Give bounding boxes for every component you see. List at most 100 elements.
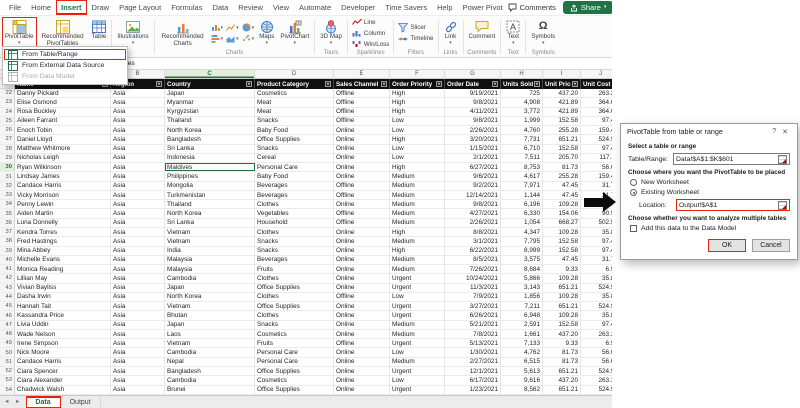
bar-chart-button[interactable]: ▾ xyxy=(211,34,224,43)
cell[interactable]: Medium xyxy=(390,200,445,208)
cell[interactable]: Office Supplies xyxy=(255,367,334,375)
row-number[interactable]: 28 xyxy=(0,145,15,153)
cell[interactable]: Lindsay James xyxy=(15,172,111,180)
tab-view[interactable]: View xyxy=(268,0,294,15)
cell[interactable]: 97.44 xyxy=(581,145,612,153)
cell[interactable]: 7,731 xyxy=(501,135,543,143)
pivotchart-button[interactable]: PivotChart ▾ xyxy=(277,17,312,49)
cell[interactable]: Ryan Wilkinson xyxy=(15,163,111,171)
row-number[interactable]: 39 xyxy=(0,247,15,255)
cell[interactable]: 5,866 xyxy=(501,274,543,282)
cell[interactable]: Online xyxy=(334,386,390,394)
cell[interactable]: 7/26/2021 xyxy=(445,265,501,273)
cell[interactable]: Malaysia xyxy=(165,265,255,273)
row-number[interactable]: 32 xyxy=(0,182,15,190)
line-chart-button[interactable]: ▾ xyxy=(226,23,239,32)
cell[interactable]: Online xyxy=(334,376,390,384)
cell[interactable]: Vietnam xyxy=(165,339,255,347)
column-letter[interactable]: H xyxy=(501,70,543,78)
cell[interactable]: Low xyxy=(390,154,445,162)
cell[interactable]: Asia xyxy=(111,108,165,116)
cell[interactable]: Bangladesh xyxy=(165,367,255,375)
cell[interactable]: Penny Lewin xyxy=(15,200,111,208)
cell[interactable]: 4/27/2021 xyxy=(445,209,501,217)
comments-button[interactable]: Comments xyxy=(508,3,556,12)
menu-item-from-external-data-source[interactable]: From External Data Source xyxy=(4,60,126,71)
cell[interactable]: Asia xyxy=(111,209,165,217)
row-number[interactable]: 23 xyxy=(0,98,15,106)
cell[interactable]: 8,753 xyxy=(501,163,543,171)
cell[interactable]: 9.33 xyxy=(543,265,581,273)
slicer-button[interactable]: Slicer xyxy=(396,23,435,33)
table-button[interactable]: Table xyxy=(89,17,110,49)
cell[interactable]: Asia xyxy=(111,117,165,125)
cell[interactable]: 1,054 xyxy=(501,219,543,227)
new-worksheet-option[interactable]: New Worksheet xyxy=(628,179,790,186)
illustrations-button[interactable]: Illustrations ▾ xyxy=(114,17,151,49)
cell[interactable]: Clothes xyxy=(255,293,334,301)
comment-button[interactable]: Comment xyxy=(466,17,499,49)
cell[interactable]: 10/24/2021 xyxy=(445,274,501,282)
cell[interactable]: Asia xyxy=(111,330,165,338)
cell[interactable]: Vietnam xyxy=(165,302,255,310)
cell[interactable]: 6,330 xyxy=(501,209,543,217)
cell[interactable]: 7,795 xyxy=(501,237,543,245)
cell[interactable]: 117.11 xyxy=(581,154,612,162)
tab-data[interactable]: Data xyxy=(207,0,233,15)
range-selector-icon[interactable] xyxy=(778,201,787,210)
cell[interactable]: Rosa Buckley xyxy=(15,108,111,116)
cell[interactable]: Ciara Spencer xyxy=(15,367,111,375)
cell[interactable]: Asia xyxy=(111,135,165,143)
cell[interactable]: 7/9/2021 xyxy=(445,293,501,301)
cell[interactable]: 437.20 xyxy=(543,376,581,384)
cell[interactable]: 7,211 xyxy=(501,302,543,310)
cell[interactable]: 154.06 xyxy=(543,209,581,217)
row-number[interactable]: 38 xyxy=(0,237,15,245)
cell[interactable]: 651.21 xyxy=(543,367,581,375)
recommended-pivottables-button[interactable]: Recommended PivotTables xyxy=(37,17,89,49)
table-range-input[interactable]: Data!$A$1:$K$601 xyxy=(673,153,790,165)
cell[interactable]: Cereal xyxy=(255,154,334,162)
row-number[interactable]: 30 xyxy=(0,163,15,171)
column-letter[interactable]: E xyxy=(334,70,390,78)
cell[interactable]: Office Supplies xyxy=(255,135,334,143)
cell[interactable]: Candace Harris xyxy=(15,358,111,366)
column-letter[interactable]: I xyxy=(543,70,581,78)
cell[interactable]: Asia xyxy=(111,348,165,356)
cell[interactable]: Medium xyxy=(390,237,445,245)
row-number[interactable]: 45 xyxy=(0,302,15,310)
cell[interactable]: Personal Care xyxy=(255,163,334,171)
timeline-button[interactable]: Timeline xyxy=(396,34,435,44)
cell[interactable]: Online xyxy=(334,145,390,153)
cell[interactable]: 159.42 xyxy=(581,172,612,180)
filter-arrow-icon[interactable]: ▾ xyxy=(572,81,578,87)
cell[interactable]: 1,856 xyxy=(501,293,543,301)
cell[interactable]: Cosmetics xyxy=(255,89,334,97)
cell[interactable]: Asia xyxy=(111,256,165,264)
cell[interactable]: Low xyxy=(390,348,445,356)
cell[interactable]: 2/27/2021 xyxy=(445,358,501,366)
cell[interactable]: Clothes xyxy=(255,200,334,208)
cell[interactable]: 524.96 xyxy=(581,135,612,143)
cell[interactable]: Asia xyxy=(111,274,165,282)
cell[interactable]: Urgent xyxy=(390,367,445,375)
column-letter[interactable]: D xyxy=(255,70,334,78)
close-icon[interactable]: ✕ xyxy=(779,128,791,136)
header-cell[interactable]: Units Sold▾ xyxy=(501,79,543,89)
cell[interactable]: Enoch Tobin xyxy=(15,126,111,134)
cell[interactable]: Asia xyxy=(111,182,165,190)
row-number[interactable]: 37 xyxy=(0,228,15,236)
cell[interactable]: Offline xyxy=(334,89,390,97)
cell[interactable]: Online xyxy=(334,330,390,338)
cell[interactable]: North Korea xyxy=(165,209,255,217)
cell[interactable]: Asia xyxy=(111,219,165,227)
cell[interactable]: 6/27/2021 xyxy=(445,163,501,171)
row-number[interactable]: 27 xyxy=(0,135,15,143)
cell[interactable]: Asia xyxy=(111,321,165,329)
cell[interactable]: Online xyxy=(334,228,390,236)
cell[interactable]: North Korea xyxy=(165,293,255,301)
text-button[interactable]: A Text ▾ xyxy=(503,17,523,49)
header-cell[interactable]: Unit Price▾ xyxy=(543,79,581,89)
tab-insert[interactable]: Insert xyxy=(56,0,86,15)
row-number[interactable]: 41 xyxy=(0,265,15,273)
